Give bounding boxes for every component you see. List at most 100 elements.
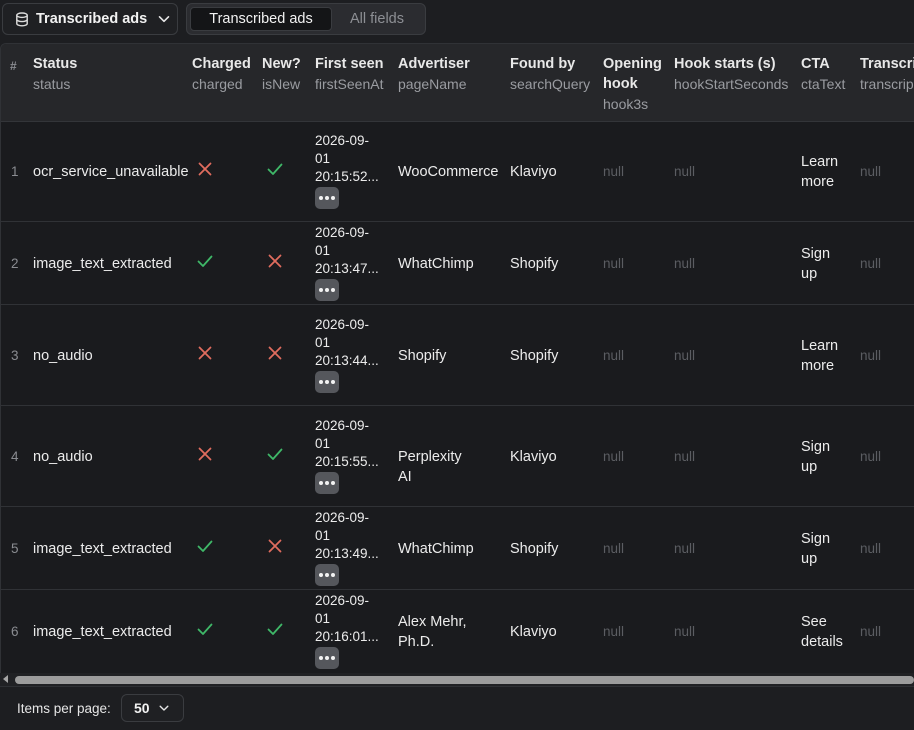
first-seen-line: 20:13:47...	[315, 261, 379, 276]
table-row[interactable]: 3 no_audio 2026-09- 01 20:13:44... Shopify Sho…	[1, 305, 914, 406]
column-header-field: searchQuery	[510, 76, 591, 92]
first-seen-line: 20:13:49...	[315, 546, 379, 561]
found-by-cell: Shopify	[510, 348, 559, 364]
tab-all-fields[interactable]: All fields	[332, 7, 422, 31]
x-icon	[266, 344, 284, 362]
row-index: 3	[11, 348, 19, 363]
column-header-label: Hook starts (s)	[674, 56, 776, 72]
row-index: 2	[11, 256, 19, 271]
column-header-field: transcrip	[860, 76, 914, 92]
table-row[interactable]: 2 image_text_extracted 2026-09- 01 20:13:47.…	[1, 222, 914, 305]
first-seen-line: 2026-09-	[315, 133, 370, 148]
status-cell: image_text_extracted	[33, 541, 172, 557]
table-row[interactable]: 6 image_text_extracted 2026-09- 01 20:16:01.…	[1, 590, 914, 673]
ellipsis-icon[interactable]	[315, 371, 339, 393]
column-header-cta[interactable]: CTA ctaText	[801, 54, 845, 94]
first-seen-cell: 2026-09- 01 20:13:49...	[315, 509, 379, 586]
row-index: 4	[11, 449, 19, 464]
opening-hook-cell: null	[603, 348, 625, 363]
hook-starts-cell: null	[674, 164, 696, 179]
column-header-opening-hook[interactable]: Opening hook hook3s	[603, 54, 662, 114]
table-row[interactable]: 1 ocr_service_unavailable 2026-09- 01 20:15:…	[1, 122, 914, 222]
ellipsis-icon[interactable]	[315, 647, 339, 669]
horizontal-scrollbar[interactable]	[0, 673, 914, 686]
ellipsis-icon[interactable]	[315, 564, 339, 586]
scrollbar-thumb[interactable]	[15, 676, 914, 684]
x-icon	[196, 344, 214, 362]
column-header-label: New?	[262, 56, 301, 72]
x-icon	[266, 252, 284, 270]
first-seen-line: 2026-09-	[315, 225, 370, 240]
column-header-field: hookStartSeconds	[674, 76, 789, 92]
view-select-label: Transcribed ads	[36, 11, 148, 27]
tab-transcribed-ads[interactable]: Transcribed ads	[190, 7, 332, 31]
column-header-found-by[interactable]: Found by searchQuery	[510, 54, 590, 94]
first-seen-line: 01	[315, 335, 331, 350]
ellipsis-icon[interactable]	[315, 279, 339, 301]
status-cell: no_audio	[33, 449, 93, 465]
column-header-index: #	[10, 59, 17, 73]
first-seen-line: 2026-09-	[315, 593, 370, 608]
view-select-dropdown[interactable]: Transcribed ads	[2, 3, 178, 35]
column-header-label: Charged	[192, 56, 251, 72]
found-by-cell: Klaviyo	[510, 164, 557, 180]
column-header-advertiser[interactable]: Advertiser pageName	[398, 54, 470, 94]
row-index: 1	[11, 164, 19, 179]
advertiser-cell: Alex Mehr, Ph.D.	[398, 614, 467, 650]
column-header-first-seen[interactable]: First seen firstSeenAt	[315, 54, 384, 94]
column-header-charged[interactable]: Charged charged	[192, 54, 251, 94]
ellipsis-icon[interactable]	[315, 472, 339, 494]
column-header-label: Found by	[510, 56, 576, 72]
check-icon	[196, 620, 214, 638]
transcript-cell: null	[860, 541, 882, 556]
column-header-label: hook	[603, 76, 638, 92]
items-per-page-label: Items per page:	[17, 701, 111, 716]
advertiser-cell: Perplexity AI	[398, 449, 462, 485]
x-icon	[266, 537, 284, 555]
first-seen-line: 2026-09-	[315, 418, 370, 433]
x-icon	[196, 160, 214, 178]
first-seen-cell: 2026-09- 01 20:16:01...	[315, 592, 379, 669]
column-header-field: pageName	[398, 76, 467, 92]
first-seen-line: 20:13:44...	[315, 353, 379, 368]
scroll-left-arrow-icon[interactable]	[3, 675, 8, 683]
check-icon	[266, 160, 284, 178]
opening-hook-cell: null	[603, 164, 625, 179]
opening-hook-cell: null	[603, 541, 625, 556]
transcript-cell: null	[860, 164, 882, 179]
hook-starts-cell: null	[674, 256, 696, 271]
column-header-label: CTA	[801, 56, 830, 72]
check-icon	[196, 252, 214, 270]
column-header-field: firstSeenAt	[315, 76, 384, 92]
column-header-label: Status	[33, 56, 78, 72]
column-header-field: charged	[192, 76, 243, 92]
first-seen-line: 01	[315, 243, 331, 258]
table-row[interactable]: 5 image_text_extracted 2026-09- 01 20:13:49.…	[1, 507, 914, 590]
transcript-cell: null	[860, 256, 882, 271]
data-table: # Status status Charged charged New? isN…	[0, 43, 914, 673]
column-header-field: status	[33, 76, 71, 92]
status-cell: ocr_service_unavailable	[33, 164, 189, 180]
column-header-field: ctaText	[801, 76, 846, 92]
column-header-is-new[interactable]: New? isNew	[262, 54, 301, 94]
check-icon	[196, 537, 214, 555]
column-header-transcript[interactable]: Transcrip transcrip	[860, 54, 914, 94]
column-header-hook-starts[interactable]: Hook starts (s) hookStartSeconds	[674, 54, 788, 94]
transcript-cell: null	[860, 624, 882, 639]
row-index: 6	[11, 624, 19, 639]
opening-hook-cell: null	[603, 624, 625, 639]
hook-starts-cell: null	[674, 449, 696, 464]
status-cell: image_text_extracted	[33, 256, 172, 272]
check-icon	[266, 620, 284, 638]
cta-cell: Learn more	[801, 154, 839, 190]
cta-cell: Sign up	[801, 246, 831, 282]
table-row[interactable]: 4 no_audio 2026-09- 01 20:15:55... Perplexity…	[1, 406, 914, 507]
ellipsis-icon[interactable]	[315, 187, 339, 209]
first-seen-line: 01	[315, 611, 331, 626]
items-per-page-select[interactable]: 50	[121, 694, 184, 722]
hook-starts-cell: null	[674, 348, 696, 363]
first-seen-cell: 2026-09- 01 20:15:55...	[315, 417, 379, 494]
column-header-status[interactable]: Status status	[33, 54, 77, 94]
advertiser-cell: Shopify	[398, 348, 447, 364]
cta-cell: Sign up	[801, 439, 831, 475]
